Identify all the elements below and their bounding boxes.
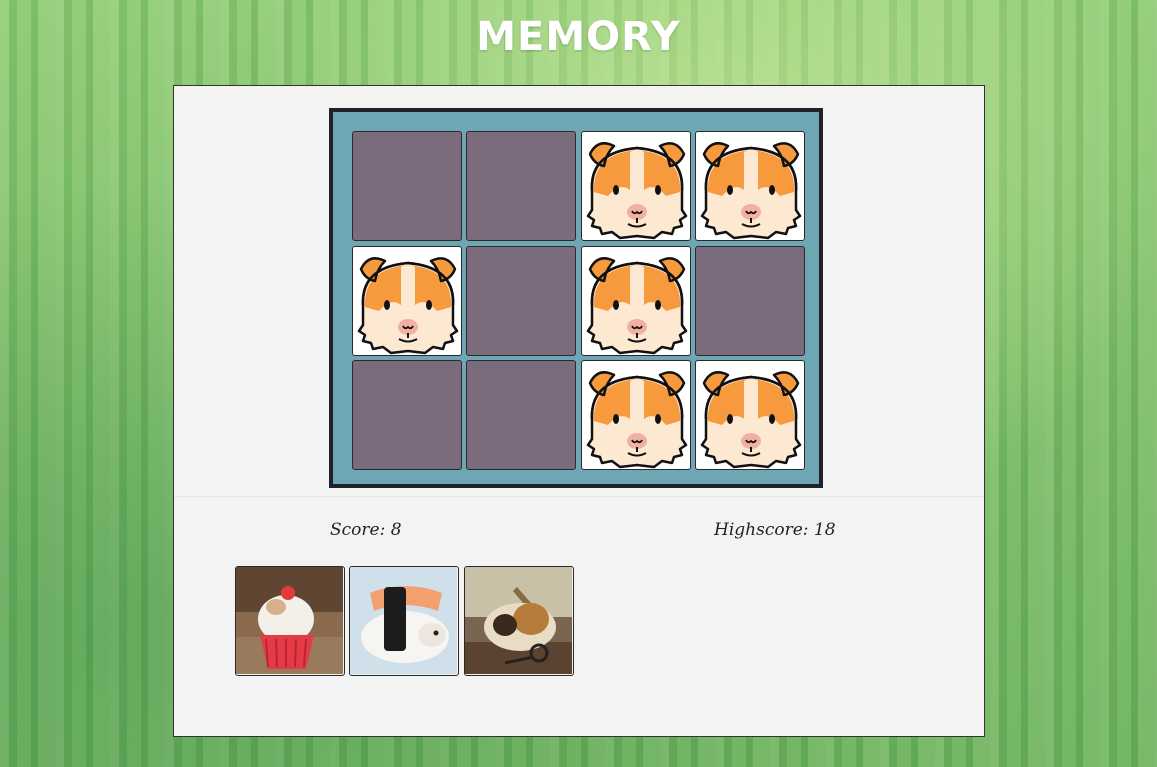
guinea-pig-cupcake-photo [235, 566, 345, 676]
guinea-pig-icon [586, 142, 688, 240]
guinea-pig-icon [357, 257, 459, 355]
card-face-up[interactable] [352, 246, 462, 356]
panel-divider [174, 496, 984, 497]
score-label: Score: 8 [330, 520, 402, 540]
card-face-up[interactable] [581, 246, 691, 356]
guinea-pig-detective-photo [464, 566, 574, 676]
guinea-pig-icon [586, 257, 688, 355]
card-face-up[interactable] [695, 360, 805, 470]
card-board [329, 108, 823, 488]
card-face-down[interactable] [695, 246, 805, 356]
game-title: MEMORY [476, 14, 681, 60]
card-face-down[interactable] [352, 360, 462, 470]
card-face-down[interactable] [466, 246, 576, 356]
guinea-pig-sushi-photo [349, 566, 459, 676]
guinea-pig-icon [700, 371, 802, 469]
card-face-down[interactable] [352, 131, 462, 241]
card-face-up[interactable] [695, 131, 805, 241]
card-face-up[interactable] [581, 360, 691, 470]
guinea-pig-icon [700, 142, 802, 240]
card-face-down[interactable] [466, 131, 576, 241]
guinea-pig-icon [586, 371, 688, 469]
card-face-up[interactable] [581, 131, 691, 241]
card-face-down[interactable] [466, 360, 576, 470]
game-panel: Score: 8 Highscore: 18 [173, 85, 985, 737]
highscore-label: Highscore: 18 [714, 520, 836, 540]
